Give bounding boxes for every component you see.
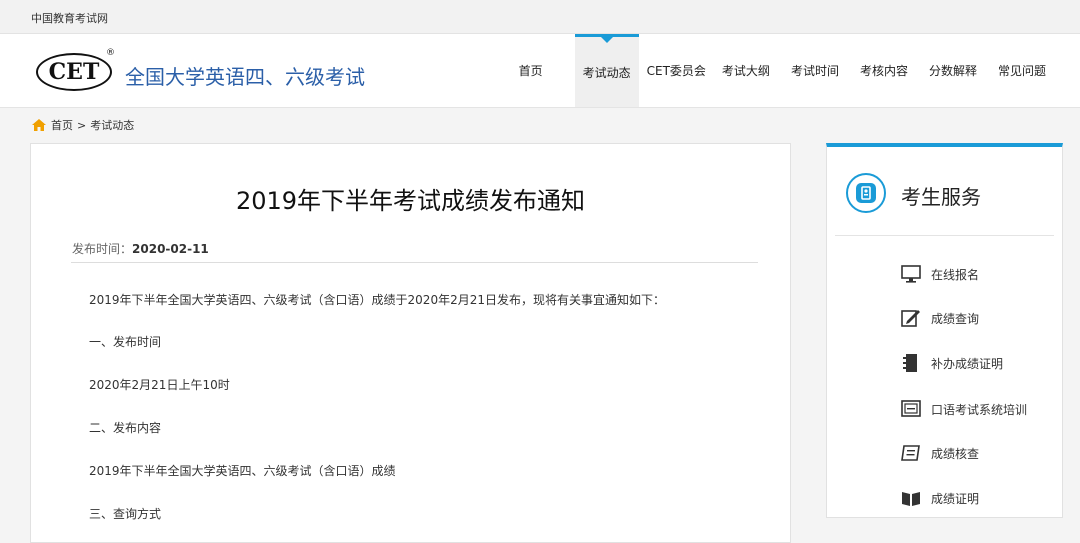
service-online-registration[interactable]: 在线报名 [901,265,979,283]
notebook-icon [903,354,917,372]
service-score-query[interactable]: 成绩查询 [901,309,979,327]
publish-date: 2020-02-11 [132,242,209,256]
breadcrumb-home[interactable]: 首页 [51,117,73,133]
service-label: 口语考试系统培训 [931,402,1028,417]
nav-score-explain[interactable]: 分数解释 [921,34,985,107]
publish-meta: 发布时间：2020-02-11 [72,240,209,257]
site-title[interactable]: 全国大学英语四、六级考试 [125,61,365,90]
service-score-certificate[interactable]: 成绩证明 [901,489,979,507]
services-title: 考生服务 [901,185,981,209]
candidate-services-panel: 考生服务 在线报名 成绩查询 补办成绩证明 口语考试系统培训 成绩核查 成绩证明 [826,143,1063,518]
article-paragraph: 2020年2月21日上午10时 [89,378,230,392]
nav-home[interactable]: 首页 [511,34,551,107]
nav-exam-time[interactable]: 考试时间 [783,34,847,107]
article-title: 2019年下半年考试成绩发布通知 [235,187,586,215]
services-divider [835,235,1054,236]
title-divider [71,262,758,263]
registered-mark: ® [106,48,115,58]
site-header: CET ® 全国大学英语四、六级考试 首页 考试动态 CET委员会 考试大纲 考… [0,34,1080,108]
article-paragraph: 三、查询方式 [89,507,162,521]
site-name-link[interactable]: 中国教育考试网 [31,10,108,26]
home-icon [32,119,46,131]
article-paragraph: 2019年下半年全国大学英语四、六级考试（含口语）成绩于2020年2月21日发布… [89,293,665,307]
nav-cet-committee[interactable]: CET委员会 [639,34,714,107]
screen-icon [901,400,921,417]
document-icon [901,445,920,461]
nav-exam-news[interactable]: 考试动态 [574,34,639,107]
publish-date-label: 发布时间： [72,242,133,256]
article-paragraph: 二、发布内容 [89,421,162,435]
breadcrumb-separator: > [77,118,87,132]
main-nav: 首页 考试动态 CET委员会 考试大纲 考试时间 考核内容 分数解释 常见问题 [511,34,1054,107]
breadcrumb: 首页 > 考试动态 [32,117,134,133]
article-paragraph: 2019年下半年全国大学英语四、六级考试（含口语）成绩 [89,464,396,478]
edit-icon [901,310,920,327]
nav-syllabus[interactable]: 考试大纲 [714,34,778,107]
book-icon [902,492,920,506]
service-label: 补办成绩证明 [931,356,1004,371]
services-icon [856,183,876,203]
breadcrumb-current[interactable]: 考试动态 [90,117,134,133]
service-label: 成绩查询 [931,311,980,326]
monitor-icon [901,265,921,283]
nav-faq[interactable]: 常见问题 [990,34,1054,107]
nav-assessment[interactable]: 考核内容 [852,34,916,107]
service-label: 成绩证明 [931,491,980,506]
service-label: 在线报名 [931,267,980,282]
top-bar: 中国教育考试网 [0,0,1080,34]
service-reissue-certificate[interactable]: 补办成绩证明 [901,354,1003,372]
service-score-review[interactable]: 成绩核查 [901,444,979,462]
service-oral-exam-training[interactable]: 口语考试系统培训 [901,400,1027,418]
services-badge [846,173,886,213]
article-paragraph: 一、发布时间 [89,335,162,349]
article-panel: 2019年下半年考试成绩发布通知 发布时间：2020-02-11 2019年下半… [30,143,791,543]
service-label: 成绩核查 [931,446,980,461]
cet-logo[interactable]: CET [36,53,112,91]
